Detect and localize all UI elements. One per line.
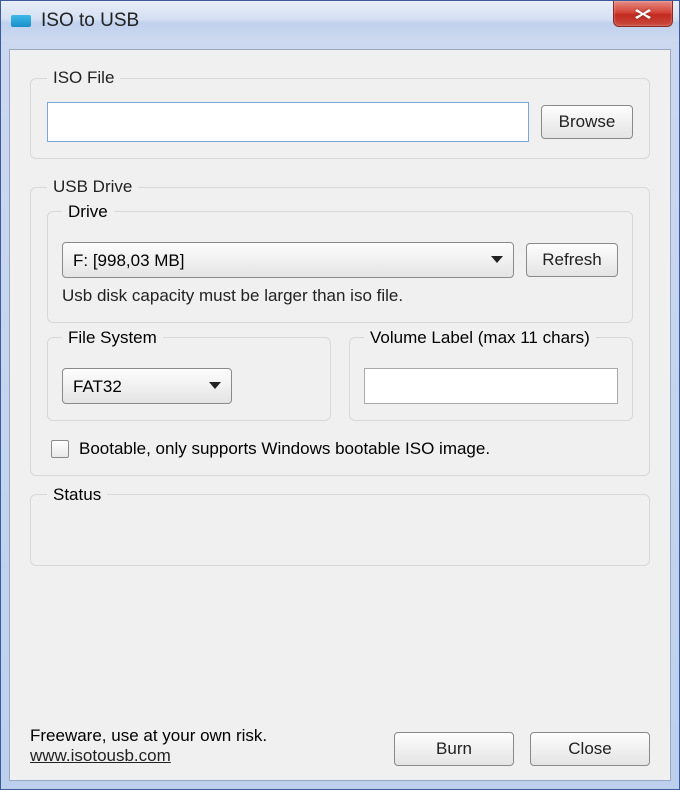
client-area: ISO File Browse USB Drive Drive F: [998,… — [9, 49, 671, 781]
file-system-subgroup: File System FAT32 — [47, 337, 331, 421]
bootable-label: Bootable, only supports Windows bootable… — [79, 439, 490, 459]
drive-subgroup: Drive F: [998,03 MB] Refresh Usb disk ca… — [47, 211, 633, 323]
volume-label-legend: Volume Label (max 11 chars) — [364, 328, 596, 348]
refresh-button[interactable]: Refresh — [526, 243, 618, 277]
app-window: ISO to USB ISO File Browse USB Drive Dri… — [0, 0, 680, 790]
usb-drive-legend: USB Drive — [47, 177, 138, 197]
website-link[interactable]: www.isotousb.com — [30, 746, 171, 765]
drive-select[interactable]: F: [998,03 MB] — [62, 242, 514, 278]
window-title: ISO to USB — [41, 10, 139, 32]
titlebar: ISO to USB — [1, 1, 679, 41]
status-group: Status — [30, 494, 650, 566]
browse-button[interactable]: Browse — [541, 105, 633, 139]
status-legend: Status — [47, 485, 107, 505]
volume-label-input[interactable] — [364, 368, 618, 404]
file-system-legend: File System — [62, 328, 163, 348]
window-close-button[interactable] — [613, 1, 673, 27]
file-system-select[interactable]: FAT32 — [62, 368, 232, 404]
file-system-select-wrapper: FAT32 — [62, 368, 232, 404]
iso-file-input[interactable] — [47, 102, 529, 142]
close-icon — [634, 8, 652, 20]
burn-button[interactable]: Burn — [394, 732, 514, 766]
app-icon — [11, 15, 31, 27]
drive-select-wrapper: F: [998,03 MB] — [62, 242, 514, 278]
close-button[interactable]: Close — [530, 732, 650, 766]
bootable-checkbox[interactable] — [51, 440, 69, 458]
iso-file-group: ISO File Browse — [30, 68, 650, 159]
drive-legend: Drive — [62, 202, 114, 222]
footer: Freeware, use at your own risk. www.isot… — [30, 726, 650, 766]
disclaimer-text: Freeware, use at your own risk. — [30, 726, 267, 746]
drive-hint: Usb disk capacity must be larger than is… — [62, 286, 618, 306]
volume-label-subgroup: Volume Label (max 11 chars) — [349, 337, 633, 421]
iso-file-legend: ISO File — [47, 68, 120, 88]
usb-drive-group: USB Drive Drive F: [998,03 MB] Refresh U… — [30, 177, 650, 476]
